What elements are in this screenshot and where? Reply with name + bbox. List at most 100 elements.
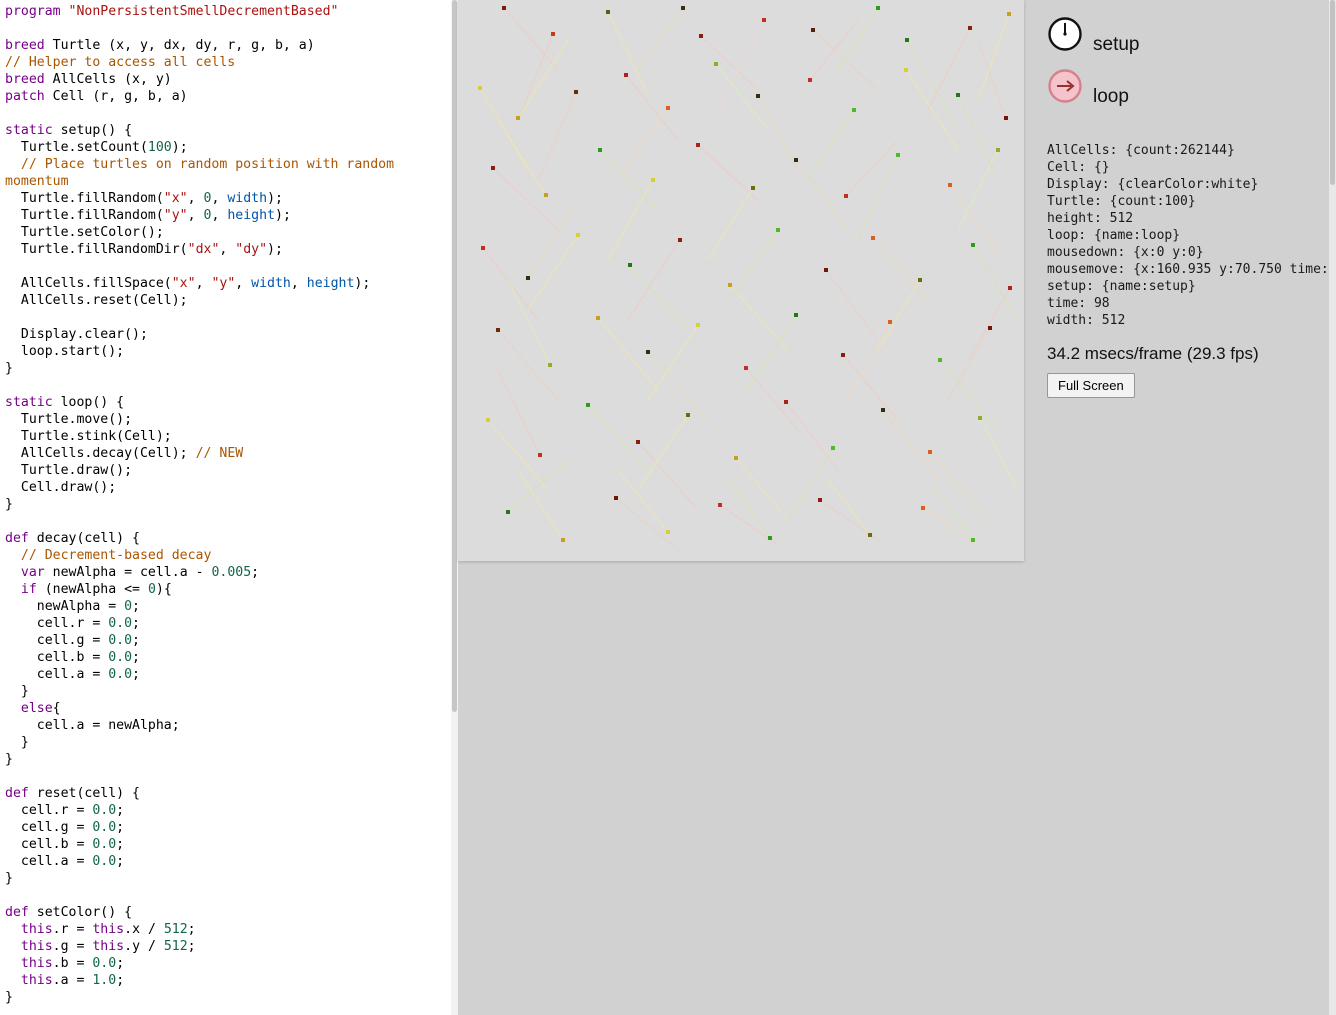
turtle-trail — [980, 418, 1018, 490]
turtle-trail — [843, 355, 898, 420]
turtle-dot — [696, 323, 700, 327]
turtle-dot — [988, 326, 992, 330]
turtle-dot — [794, 313, 798, 317]
turtle-trail — [948, 328, 990, 400]
code-line: def setColor() { — [5, 904, 451, 921]
loop-control[interactable]: loop — [1047, 68, 1329, 104]
fps-readout: 34.2 msecs/frame (29.3 fps) — [1047, 344, 1329, 364]
code-line: program "NonPersistentSmellDecrementBase… — [5, 3, 451, 20]
turtle-trail — [923, 508, 978, 545]
turtle-trail — [508, 280, 550, 365]
code-line: cell.a = 0.0; — [5, 666, 451, 683]
turtle-dot — [696, 143, 700, 147]
turtle-trail — [538, 92, 576, 180]
debug-line: mousedown: {x:0 y:0} — [1047, 244, 1329, 261]
turtle-dot — [784, 400, 788, 404]
setup-label: setup — [1093, 34, 1139, 56]
turtle-dot — [496, 328, 500, 332]
turtle-dot — [996, 148, 1000, 152]
code-line: this.a = 1.0; — [5, 972, 451, 989]
turtle-dot — [681, 6, 685, 10]
turtle-trail — [848, 322, 890, 400]
turtle-dot — [808, 78, 812, 82]
turtle-dot — [628, 263, 632, 267]
code-line — [5, 377, 451, 394]
code-line: breed AllCells (x, y) — [5, 71, 451, 88]
turtle-trail — [978, 14, 1009, 100]
code-line: // Decrement-based decay — [5, 547, 451, 564]
turtle-dot — [699, 34, 703, 38]
code-editor-scrollbar[interactable] — [451, 0, 458, 1015]
code-line: Turtle.stink(Cell); — [5, 428, 451, 445]
turtle-trail — [608, 12, 648, 95]
code-line: breed Turtle (x, y, dx, dy, r, g, b, a) — [5, 37, 451, 54]
code-line: if (newAlpha <= 0){ — [5, 581, 451, 598]
code-line: cell.b = 0.0; — [5, 649, 451, 666]
turtle-trail — [716, 64, 768, 130]
turtle-dot — [596, 316, 600, 320]
turtle-dot — [506, 510, 510, 514]
turtle-dot — [794, 158, 798, 162]
code-line: Turtle.setCount(100); — [5, 139, 451, 156]
turtle-dot — [904, 68, 908, 72]
turtle-dot — [831, 446, 835, 450]
code-line: Turtle.fillRandomDir("dx", "dy"); — [5, 241, 451, 258]
turtle-dot — [576, 233, 580, 237]
turtle-trail — [618, 470, 668, 532]
turtle-trail — [950, 185, 1003, 260]
code-line: } — [5, 734, 451, 751]
turtle-dot — [938, 358, 942, 362]
turtle-dot — [714, 62, 718, 66]
turtle-trail — [928, 28, 970, 110]
turtle-trail — [528, 200, 578, 278]
debug-line: setup: {name:setup} — [1047, 278, 1329, 295]
debug-line: time: 98 — [1047, 295, 1329, 312]
turtle-dot — [561, 538, 565, 542]
turtle-trail — [628, 240, 680, 320]
code-line: cell.a = 0.0; — [5, 853, 451, 870]
page-scrollbar-thumb[interactable] — [1330, 0, 1335, 185]
turtle-dot — [1007, 12, 1011, 16]
turtle-dot — [751, 186, 755, 190]
page-scrollbar[interactable] — [1329, 0, 1336, 1015]
setup-control[interactable]: setup — [1047, 16, 1329, 52]
code-line: cell.g = 0.0; — [5, 632, 451, 649]
code-line: this.r = this.x / 512; — [5, 921, 451, 938]
code-line: Turtle.fillRandom("x", 0, width); — [5, 190, 451, 207]
debug-line: width: 512 — [1047, 312, 1329, 329]
turtle-trail — [618, 108, 668, 180]
turtle-trail — [608, 180, 653, 260]
turtle-trail — [906, 70, 958, 150]
turtle-trail — [813, 30, 878, 90]
turtle-dot — [921, 506, 925, 510]
code-editor-scrollbar-thumb[interactable] — [452, 0, 457, 712]
debug-output: AllCells: {count:262144}Cell: {}Display:… — [1047, 142, 1329, 329]
code-line: // Helper to access all cells — [5, 54, 451, 71]
turtle-dot — [636, 440, 640, 444]
code-line: var newAlpha = cell.a - 0.005; — [5, 564, 451, 581]
turtle-trail — [958, 150, 998, 230]
turtle-trail — [504, 8, 558, 70]
turtle-trail — [878, 280, 920, 350]
debug-line: Turtle: {count:100} — [1047, 193, 1329, 210]
code-editor[interactable]: program "NonPersistentSmellDecrementBase… — [0, 0, 451, 1015]
turtle-trail — [518, 34, 553, 120]
loop-button[interactable] — [1047, 68, 1083, 104]
turtle-dot — [538, 453, 542, 457]
code-line: def decay(cell) { — [5, 530, 451, 547]
code-line: // Place turtles on random position with… — [5, 156, 451, 173]
code-line — [5, 513, 451, 530]
turtle-trail — [708, 188, 753, 260]
setup-button[interactable] — [1047, 16, 1083, 52]
turtle-dot — [481, 246, 485, 250]
code-line: newAlpha = 0; — [5, 598, 451, 615]
turtle-dot — [526, 276, 530, 280]
turtle-trail — [828, 480, 870, 535]
turtle-trail — [498, 370, 540, 455]
code-line: } — [5, 683, 451, 700]
turtle-trail — [528, 235, 578, 310]
turtle-dot — [896, 153, 900, 157]
simulation-canvas[interactable] — [458, 0, 1024, 561]
fullscreen-button[interactable]: Full Screen — [1047, 373, 1135, 398]
code-line: cell.a = newAlpha; — [5, 717, 451, 734]
